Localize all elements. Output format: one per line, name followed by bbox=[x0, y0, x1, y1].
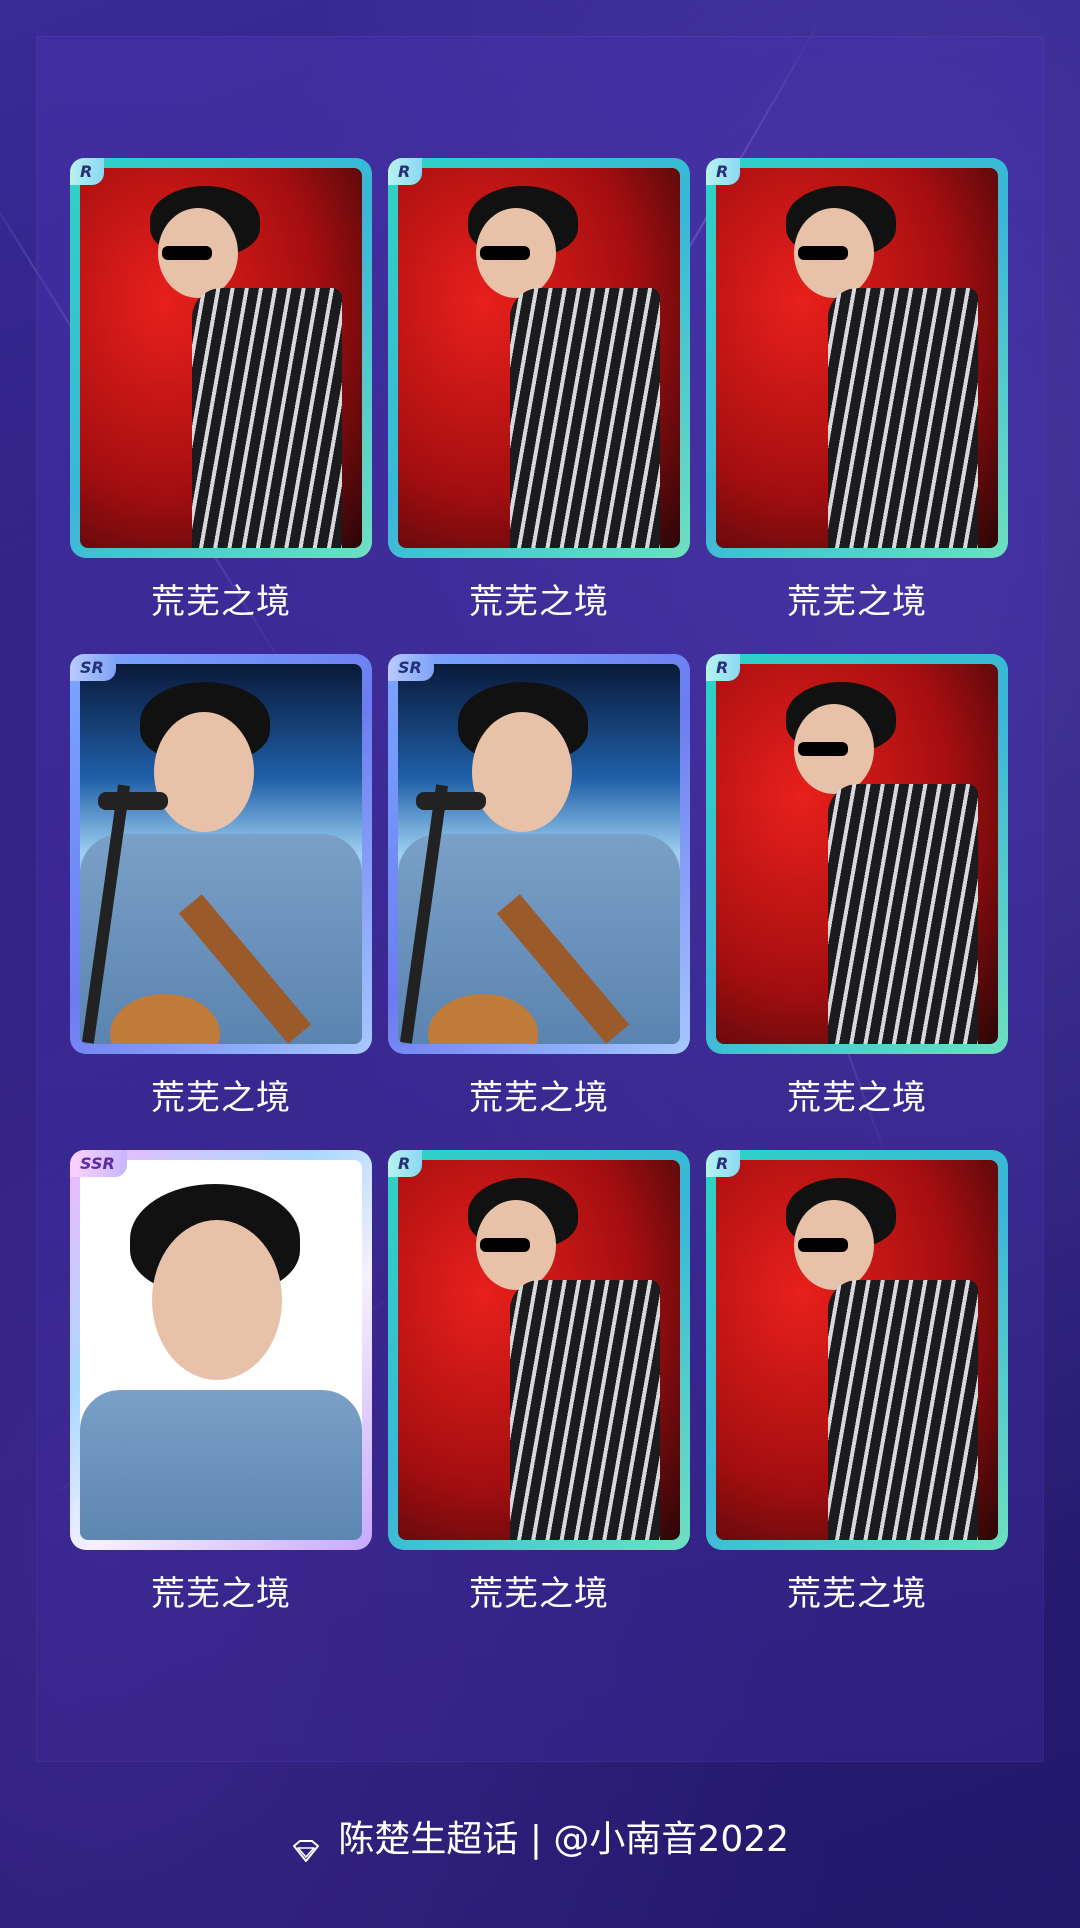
rarity-badge: R bbox=[388, 1150, 423, 1177]
card-caption: 荒芜之境 bbox=[151, 1574, 291, 1614]
rarity-badge: R bbox=[70, 158, 105, 185]
rarity-badge: SSR bbox=[70, 1150, 127, 1177]
card-caption: 荒芜之境 bbox=[151, 582, 291, 622]
card-caption: 荒芜之境 bbox=[787, 1574, 927, 1614]
card-frame[interactable]: R bbox=[706, 654, 1008, 1054]
card-frame[interactable]: R bbox=[388, 158, 690, 558]
card-frame[interactable]: R bbox=[388, 1150, 690, 1550]
card-cell[interactable]: R 荒芜之境 bbox=[706, 158, 1008, 628]
card-frame[interactable]: R bbox=[706, 1150, 1008, 1550]
card-cell[interactable]: SSR 荒芜之境 bbox=[70, 1150, 372, 1620]
card-photo bbox=[398, 168, 680, 548]
rarity-badge: R bbox=[706, 1150, 741, 1177]
card-cell[interactable]: SR 荒芜之境 bbox=[70, 654, 372, 1124]
card-frame[interactable]: R bbox=[70, 158, 372, 558]
card-photo bbox=[716, 1160, 998, 1540]
rarity-badge: R bbox=[388, 158, 423, 185]
rarity-badge: SR bbox=[70, 654, 116, 681]
card-photo bbox=[398, 1160, 680, 1540]
card-cell[interactable]: R 荒芜之境 bbox=[70, 158, 372, 628]
card-photo bbox=[80, 1160, 362, 1540]
card-photo bbox=[80, 664, 362, 1044]
rarity-badge: R bbox=[706, 654, 741, 681]
card-caption: 荒芜之境 bbox=[469, 1078, 609, 1118]
card-photo bbox=[716, 664, 998, 1044]
card-cell[interactable]: R 荒芜之境 bbox=[706, 1150, 1008, 1620]
card-frame[interactable]: SR bbox=[388, 654, 690, 1054]
card-frame[interactable]: R bbox=[706, 158, 1008, 558]
card-frame[interactable]: SSR bbox=[70, 1150, 372, 1550]
card-frame[interactable]: SR bbox=[70, 654, 372, 1054]
rarity-badge: SR bbox=[388, 654, 434, 681]
card-caption: 荒芜之境 bbox=[787, 1078, 927, 1118]
card-cell[interactable]: R 荒芜之境 bbox=[388, 158, 690, 628]
card-caption: 荒芜之境 bbox=[787, 582, 927, 622]
card-cell[interactable]: R 荒芜之境 bbox=[388, 1150, 690, 1620]
card-caption: 荒芜之境 bbox=[469, 582, 609, 622]
rarity-badge: R bbox=[706, 158, 741, 185]
card-caption: 荒芜之境 bbox=[469, 1574, 609, 1614]
footer-text: 陈楚生超话 | @小南音2022 bbox=[338, 1819, 790, 1860]
card-cell[interactable]: R 荒芜之境 bbox=[706, 654, 1008, 1124]
diamond-icon bbox=[291, 1830, 321, 1862]
card-photo bbox=[398, 664, 680, 1044]
card-photo bbox=[80, 168, 362, 548]
card-caption: 荒芜之境 bbox=[151, 1078, 291, 1118]
card-cell[interactable]: SR 荒芜之境 bbox=[388, 654, 690, 1124]
footer: 陈楚生超话 | @小南音2022 bbox=[0, 1810, 1080, 1862]
card-photo bbox=[716, 168, 998, 548]
